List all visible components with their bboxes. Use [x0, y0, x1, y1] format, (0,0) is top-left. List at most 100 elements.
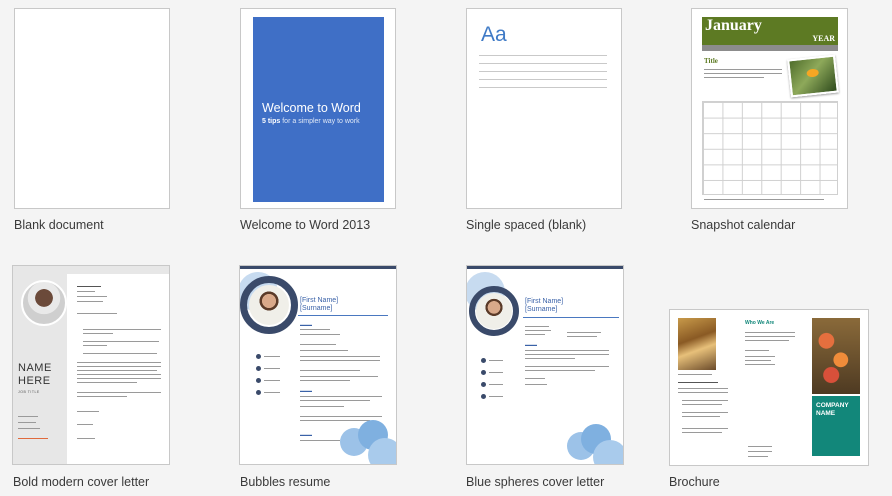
sample-glyph: Aa: [481, 23, 507, 46]
top-band: [240, 266, 396, 269]
bubble: [368, 438, 396, 464]
text-line: [525, 326, 549, 327]
resume-name: [First Name] [Surname]: [300, 297, 339, 312]
section-heading: ▬▬▬: [300, 432, 312, 437]
template-label: Blue spheres cover letter: [466, 475, 605, 489]
contact-icon: [481, 370, 486, 375]
template-thumbnail: Aa: [466, 8, 622, 209]
template-label: Brochure: [669, 475, 720, 489]
text-line: [264, 356, 280, 357]
welcome-cover-subtitle: 5 tips for a simpler way to work: [262, 118, 360, 125]
section-heading: ▬▬▬: [525, 342, 537, 347]
text-line: [77, 366, 161, 367]
text-line: [77, 362, 161, 363]
brochure-heading: Who We Are: [745, 320, 775, 326]
text-line: [77, 438, 95, 439]
template-label: Single spaced (blank): [466, 218, 587, 232]
text-line: [748, 446, 772, 447]
text-line: [300, 370, 360, 371]
text-line: [745, 340, 789, 341]
text-line: [525, 384, 547, 385]
contact-icon: [481, 394, 486, 399]
template-blue-spheres-cover-letter[interactable]: [First Name] [Surname] ▬▬▬ Blue spheres c…: [466, 265, 626, 493]
top-band: [467, 266, 623, 269]
text-line: [300, 360, 380, 361]
text-line: [264, 368, 280, 369]
text-line: [77, 424, 93, 425]
template-label: Bold modern cover letter: [13, 475, 150, 489]
text-line: [83, 353, 157, 354]
template-snapshot-calendar[interactable]: January YEAR Title Snapshot calendar: [691, 8, 851, 236]
section-heading: ▬▬▬: [300, 388, 312, 393]
brochure-photo: [812, 318, 860, 394]
welcome-cover-title: Welcome to Word: [262, 101, 361, 115]
template-bold-modern-cover-letter[interactable]: NAME HERE JOB TITLE Bold modern cover let…: [12, 265, 172, 493]
text-line: [83, 341, 159, 342]
calendar-year: YEAR: [812, 34, 835, 43]
text-line: [77, 301, 103, 302]
bubble: [593, 440, 623, 464]
cover-name: [First Name] [Surname]: [525, 298, 564, 313]
calendar-month: January: [705, 17, 762, 34]
text-line: [704, 199, 824, 200]
calendar-title: Title: [704, 57, 718, 65]
template-label: Welcome to Word 2013: [240, 218, 371, 232]
text-line: [77, 291, 95, 292]
text-line: [704, 77, 764, 78]
text-line: [264, 392, 280, 393]
text-line: [567, 332, 601, 333]
text-line: [300, 400, 370, 401]
contact-icon: [256, 378, 261, 383]
company-name: COMPANY NAME: [816, 402, 849, 417]
text-line: [745, 332, 795, 333]
top-band: [67, 266, 169, 274]
template-welcome-to-word[interactable]: Welcome to Word 5 tips for a simpler way…: [240, 8, 400, 236]
text-line: [300, 334, 340, 335]
template-label: Snapshot calendar: [691, 218, 796, 232]
text-line: [83, 329, 161, 330]
bird-image: [806, 68, 820, 78]
text-line: [525, 334, 545, 335]
text-line: [77, 382, 137, 383]
text-line: [678, 388, 728, 389]
template-thumbnail: Welcome to Word 5 tips for a simpler way…: [240, 8, 396, 209]
contact-icon: [481, 382, 486, 387]
text-line: [525, 330, 551, 331]
divider: [523, 317, 619, 318]
text-line: [300, 376, 378, 377]
text-line: [525, 366, 609, 367]
portrait-photo: [249, 285, 289, 325]
template-thumbnail: Who We Are COMPANY NAME: [669, 309, 869, 466]
text-line: [704, 73, 782, 74]
template-blank-document[interactable]: Blank document: [14, 8, 174, 236]
text-line: [77, 313, 117, 314]
template-single-spaced[interactable]: Aa Single spaced (blank): [466, 8, 626, 236]
template-thumbnail: January YEAR Title: [691, 8, 848, 209]
text-line: [300, 416, 382, 417]
text-line: [300, 380, 350, 381]
text-line: [748, 456, 768, 457]
text-line: [77, 374, 161, 375]
portrait-photo: [476, 293, 512, 329]
text-line: [489, 372, 503, 373]
text-line: [525, 378, 545, 379]
text-line: [479, 71, 607, 72]
calendar-photo: [787, 54, 839, 98]
template-label: Bubbles resume: [240, 475, 331, 489]
text-line: [479, 79, 607, 80]
text-line: [682, 404, 722, 405]
template-brochure[interactable]: Who We Are COMPANY NAME Brochure: [669, 309, 869, 493]
template-bubbles-resume[interactable]: [First Name] [Surname] ▬▬▬ ▬▬▬ ▬▬▬ Bubble…: [239, 265, 399, 493]
text-line: [525, 370, 595, 371]
text-line: [479, 63, 607, 64]
text-line: [77, 370, 157, 371]
text-line: [300, 350, 348, 351]
text-line: [18, 428, 40, 429]
brochure-photo: [678, 318, 716, 370]
template-thumbnail: [14, 8, 170, 209]
calendar-header: January YEAR: [702, 17, 838, 45]
divider: [298, 315, 388, 316]
calendar-grid: [702, 101, 838, 195]
text-line: [83, 333, 113, 334]
contact-icon: [256, 354, 261, 359]
